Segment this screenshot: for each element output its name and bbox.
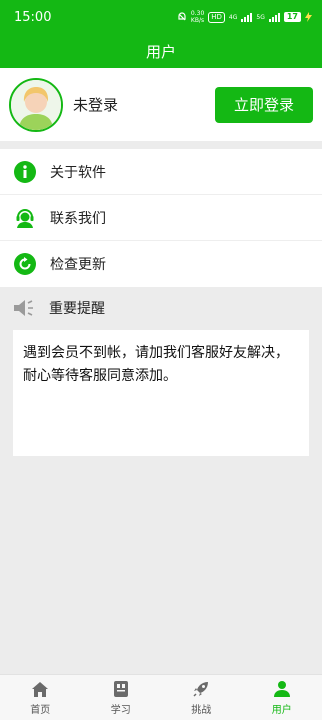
net-speed-unit: KB/s xyxy=(190,17,205,24)
tab-home[interactable]: 首页 xyxy=(0,675,81,720)
title-bar: 用户 xyxy=(0,34,322,68)
net-speed: 0.30 KB/s xyxy=(191,10,204,24)
tab-user[interactable]: 用户 xyxy=(242,675,322,720)
tab-challenge[interactable]: 挑战 xyxy=(161,675,242,720)
status-icons: 0.30 KB/s HD 4G 5G 17 xyxy=(177,10,312,24)
bottom-tabbar: 首页 学习 挑战 用户 xyxy=(0,674,322,720)
menu-item-label: 关于软件 xyxy=(50,164,106,181)
notice-content: 遇到会员不到帐，请加我们客服好友解决，耐心等待客服同意添加。 xyxy=(13,330,309,456)
tab-label: 首页 xyxy=(30,705,51,716)
battery-level: 17 xyxy=(283,12,301,22)
tab-label: 挑战 xyxy=(191,705,212,716)
info-icon xyxy=(13,160,37,184)
menu-item-contact[interactable]: 联系我们 xyxy=(0,195,322,241)
status-bar: 15:00 0.30 KB/s HD 4G 5G 17 xyxy=(0,0,322,34)
avatar-icon xyxy=(11,79,61,130)
charging-icon xyxy=(305,12,312,22)
menu-item-label: 检查更新 xyxy=(50,257,106,273)
net-speed-value: 0.30 xyxy=(190,10,205,17)
notice-title: 重要提醒 xyxy=(49,301,105,317)
notification-icon xyxy=(178,12,186,21)
tab-label: 学习 xyxy=(110,705,131,716)
support-icon xyxy=(13,206,37,230)
hd-badge: HD xyxy=(208,11,225,23)
login-button[interactable]: 立即登录 xyxy=(215,86,313,123)
status-time: 15:00 xyxy=(14,9,52,25)
book-icon xyxy=(111,679,131,699)
avatar[interactable] xyxy=(9,77,63,132)
signal-5g-icon xyxy=(268,12,280,22)
tab-study[interactable]: 学习 xyxy=(81,675,162,720)
settings-menu: 关于软件 联系我们 检查更新 xyxy=(0,149,322,287)
home-icon xyxy=(30,679,50,699)
tab-label: 用户 xyxy=(271,705,292,716)
page-title: 用户 xyxy=(145,42,176,61)
rocket-icon xyxy=(191,679,211,699)
username-label: 未登录 xyxy=(73,96,119,114)
profile-card: 未登录 立即登录 xyxy=(0,68,322,141)
menu-item-label: 联系我们 xyxy=(50,210,106,227)
notice-header: 重要提醒 xyxy=(0,286,322,330)
refresh-icon xyxy=(13,252,37,276)
speaker-icon xyxy=(13,296,37,320)
menu-item-about[interactable]: 关于软件 xyxy=(0,149,322,195)
menu-item-check-update[interactable]: 检查更新 xyxy=(0,241,322,287)
net-5g-label: 5G xyxy=(256,13,265,21)
net-4g-label: 4G xyxy=(228,13,238,21)
user-icon xyxy=(272,679,292,699)
signal-4g-icon xyxy=(241,12,253,22)
